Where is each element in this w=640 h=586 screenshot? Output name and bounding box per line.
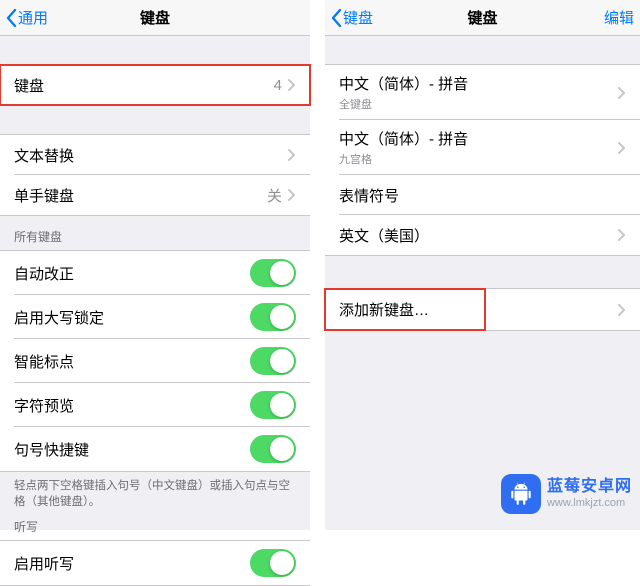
enable-dictation-row: 启用听写	[0, 541, 310, 585]
text-replacement-label: 文本替换	[14, 145, 74, 166]
add-keyboard-label: 添加新键盘…	[339, 299, 429, 320]
chevron-right-icon	[618, 142, 626, 154]
right-pane: 键盘 键盘 编辑 中文（简体）- 拼音 全键盘 中文（简体）- 拼音 九宫格 表…	[325, 0, 640, 530]
period-shortcut-label: 句号快捷键	[14, 439, 89, 460]
chevron-right-icon	[618, 304, 626, 316]
all-keyboards-header: 所有键盘	[0, 216, 310, 250]
chevron-right-icon	[618, 87, 626, 99]
back-label: 通用	[18, 7, 48, 28]
dictation-header: 听写	[0, 514, 310, 540]
keyboards-label: 键盘	[14, 75, 44, 96]
watermark-title: 蓝莓安卓网	[547, 478, 632, 496]
smart-punct-toggle[interactable]	[250, 347, 296, 375]
back-label: 键盘	[343, 7, 373, 28]
enable-dictation-label: 启用听写	[14, 553, 74, 574]
keyboard-item-pinyin-full[interactable]: 中文（简体）- 拼音 全键盘	[325, 65, 640, 120]
keyboard-item-emoji[interactable]: 表情符号	[325, 175, 640, 215]
watermark-url: www.lmkjzt.com	[547, 497, 632, 510]
edit-button[interactable]: 编辑	[594, 7, 634, 28]
one-handed-row[interactable]: 单手键盘 关	[0, 175, 310, 215]
left-pane: 通用 键盘 键盘 4 文本替换 单手键盘 关 所有	[0, 0, 310, 530]
chevron-right-icon	[288, 79, 296, 91]
chevron-right-icon	[618, 229, 626, 241]
period-shortcut-row: 句号快捷键	[0, 427, 310, 471]
nav-title: 键盘	[140, 7, 170, 28]
toggles-group: 自动改正 启用大写锁定 智能标点 字符预览 句号快捷键	[0, 250, 310, 472]
char-preview-row: 字符预览	[0, 383, 310, 427]
keyboard-item-pinyin-9[interactable]: 中文（简体）- 拼音 九宫格	[325, 120, 640, 175]
text-group: 文本替换 单手键盘 关	[0, 134, 310, 216]
keyboards-row[interactable]: 键盘 4	[0, 65, 310, 105]
char-preview-toggle[interactable]	[250, 391, 296, 419]
keyboard-label: 中文（简体）- 拼音	[339, 128, 468, 149]
keyboard-item-english-us[interactable]: 英文（美国）	[325, 215, 640, 255]
caps-lock-row: 启用大写锁定	[0, 295, 310, 339]
keyboards-group: 键盘 4	[0, 64, 310, 106]
smart-punct-row: 智能标点	[0, 339, 310, 383]
text-replacement-row[interactable]: 文本替换	[0, 135, 310, 175]
keyboard-label: 表情符号	[339, 185, 399, 206]
nav-title: 键盘	[467, 7, 497, 28]
chevron-right-icon	[288, 189, 296, 201]
char-preview-label: 字符预览	[14, 395, 74, 416]
chevron-left-icon	[6, 9, 17, 27]
dictation-group: 启用听写	[0, 540, 310, 586]
keyboard-sublabel: 全键盘	[339, 96, 468, 112]
chevron-left-icon	[331, 9, 342, 27]
period-shortcut-toggle[interactable]	[250, 435, 296, 463]
smart-punct-label: 智能标点	[14, 351, 74, 372]
navbar: 通用 键盘	[0, 0, 310, 36]
period-footer: 轻点两下空格键插入句号（中文键盘）或插入句点与空格（其他键盘）。	[0, 472, 310, 514]
watermark: 蓝莓安卓网 www.lmkjzt.com	[501, 474, 632, 514]
add-keyboard-group: 添加新键盘…	[325, 288, 640, 331]
add-keyboard-row[interactable]: 添加新键盘…	[325, 289, 640, 330]
one-handed-value: 关	[267, 185, 282, 206]
keyboard-sublabel: 九宫格	[339, 151, 468, 167]
keyboard-label: 英文（美国）	[339, 225, 429, 246]
one-handed-label: 单手键盘	[14, 185, 74, 206]
keyboards-count: 4	[274, 77, 282, 94]
chevron-right-icon	[288, 149, 296, 161]
back-button[interactable]: 键盘	[331, 7, 391, 28]
auto-correct-row: 自动改正	[0, 251, 310, 295]
caps-lock-toggle[interactable]	[250, 303, 296, 331]
android-icon	[501, 474, 541, 514]
auto-correct-toggle[interactable]	[250, 259, 296, 287]
keyboard-label: 中文（简体）- 拼音	[339, 73, 468, 94]
caps-lock-label: 启用大写锁定	[14, 307, 104, 328]
keyboard-list: 中文（简体）- 拼音 全键盘 中文（简体）- 拼音 九宫格 表情符号 英文（美国…	[325, 64, 640, 256]
back-button[interactable]: 通用	[6, 7, 66, 28]
auto-correct-label: 自动改正	[14, 263, 74, 284]
navbar: 键盘 键盘 编辑	[325, 0, 640, 36]
enable-dictation-toggle[interactable]	[250, 549, 296, 577]
